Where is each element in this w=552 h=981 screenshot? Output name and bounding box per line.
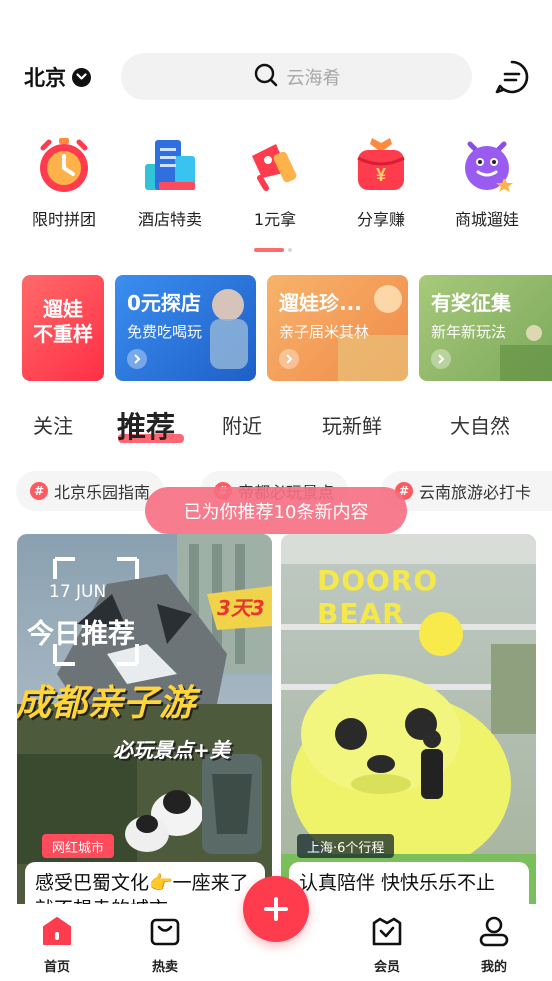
topic-chip[interactable]: # 北京乐园指南 — [16, 471, 165, 511]
search-icon — [253, 62, 279, 92]
city-selector[interactable]: 北京 — [24, 62, 91, 92]
hashtag-icon: # — [30, 482, 48, 500]
nav-label: 首页 — [43, 960, 70, 975]
tab-new-fun[interactable]: 玩新鲜 — [322, 410, 382, 439]
quick-link-hotel[interactable]: 酒店特卖 — [120, 134, 220, 230]
date-label: 17 JUN — [49, 582, 107, 602]
quick-links-pager — [254, 248, 292, 252]
shopping-bag-icon — [148, 914, 182, 948]
nav-label: 我的 — [480, 960, 507, 975]
tab-follow[interactable]: 关注 — [33, 410, 73, 439]
nav-member[interactable]: 会员 — [352, 914, 422, 975]
nav-profile[interactable]: 我的 — [459, 914, 529, 975]
nav-label: 会员 — [373, 960, 400, 975]
nav-home[interactable]: 首页 — [22, 914, 92, 975]
tab-nearby[interactable]: 附近 — [222, 410, 262, 439]
svg-text:¥: ¥ — [376, 165, 386, 185]
quick-link-label: 限时拼团 — [31, 210, 96, 229]
alarm-clock-icon — [33, 134, 95, 196]
quick-link-share-earn[interactable]: ¥ 分享赚 — [331, 134, 431, 230]
chevron-right-icon — [127, 349, 147, 369]
plus-icon — [264, 897, 288, 921]
city-badge: 网红城市 — [42, 834, 115, 858]
city-name: 北京 — [24, 66, 66, 90]
headline: 成都亲子游 — [17, 683, 196, 724]
quick-link-group-buy[interactable]: 限时拼团 — [14, 134, 114, 230]
quick-links: 限时拼团 酒店特卖 1元拿 ¥ 分享赚 商城遛娃 — [0, 134, 552, 234]
megaphone-icon — [244, 134, 306, 196]
banner-prize-collection[interactable]: 有奖征集 新年新玩法 — [419, 275, 552, 381]
chevron-right-icon — [431, 349, 451, 369]
topic-label: 云南旅游必打卡 — [419, 483, 532, 502]
member-bag-icon — [370, 914, 404, 948]
tab-recommend[interactable]: 推荐 — [117, 404, 175, 446]
banner-title: 0元探店 — [127, 291, 201, 315]
pager-dot-active — [254, 248, 284, 252]
create-post-button[interactable] — [243, 876, 309, 942]
user-icon — [477, 914, 511, 948]
banner-title: 有奖征集 — [431, 291, 511, 315]
hotel-building-icon — [139, 134, 201, 196]
search-placeholder: 云海肴 — [286, 67, 341, 89]
banner-title: 遛娃 不重样 — [33, 297, 93, 346]
sub-headline: 必玩景点+美 — [113, 738, 230, 762]
quick-link-mall[interactable]: 商城遛娃 — [437, 134, 537, 230]
banner-kids-fun[interactable]: 遛娃 不重样 — [22, 275, 104, 381]
corner-tag: 3天3 — [217, 596, 265, 620]
overlay-title: 今日推荐 — [27, 619, 135, 650]
promo-banners: 遛娃 不重样 0元探店 免费吃喝玩 遛娃珍... 亲子届米其林 有奖征集 新年新… — [22, 275, 552, 383]
chevron-right-icon — [279, 349, 299, 369]
feed-tabs: 关注 推荐 附近 玩新鲜 大自然 — [0, 404, 552, 448]
topic-label: 北京乐园指南 — [54, 483, 151, 502]
banner-subtitle: 亲子届米其林 — [279, 323, 370, 341]
banner-kids-treasure[interactable]: 遛娃珍... 亲子届米其林 — [267, 275, 408, 381]
banner-free-explore[interactable]: 0元探店 免费吃喝玩 — [115, 275, 256, 381]
new-content-toast: 已为你推荐10条新内容 — [145, 487, 407, 534]
chevron-down-icon — [72, 67, 91, 87]
banner-title: 遛娃珍... — [279, 291, 362, 315]
purple-monster-icon — [456, 134, 518, 196]
store-sign: DOORO BEAR — [317, 564, 439, 630]
quick-link-label: 分享赚 — [356, 210, 405, 229]
quick-link-label: 酒店特卖 — [137, 210, 202, 229]
nav-hot-sale[interactable]: 热卖 — [130, 914, 200, 975]
quick-link-one-yuan[interactable]: 1元拿 — [225, 134, 325, 230]
nav-label: 热卖 — [151, 960, 178, 975]
red-packet-icon: ¥ — [350, 134, 412, 196]
search-input[interactable]: 云海肴 — [121, 53, 472, 100]
quick-link-label: 商城遛娃 — [454, 210, 519, 229]
message-icon[interactable] — [494, 59, 530, 95]
tab-nature[interactable]: 大自然 — [450, 410, 510, 439]
quick-link-label: 1元拿 — [253, 210, 297, 229]
itinerary-badge: 上海·6个行程 — [297, 834, 395, 858]
pager-dot — [288, 248, 292, 252]
top-bar: 北京 云海肴 — [0, 52, 552, 102]
banner-subtitle: 免费吃喝玩 — [127, 323, 203, 341]
home-icon — [40, 914, 74, 948]
topic-chip[interactable]: # 云南旅游必打卡 — [381, 471, 552, 511]
banner-subtitle: 新年新玩法 — [431, 323, 507, 341]
